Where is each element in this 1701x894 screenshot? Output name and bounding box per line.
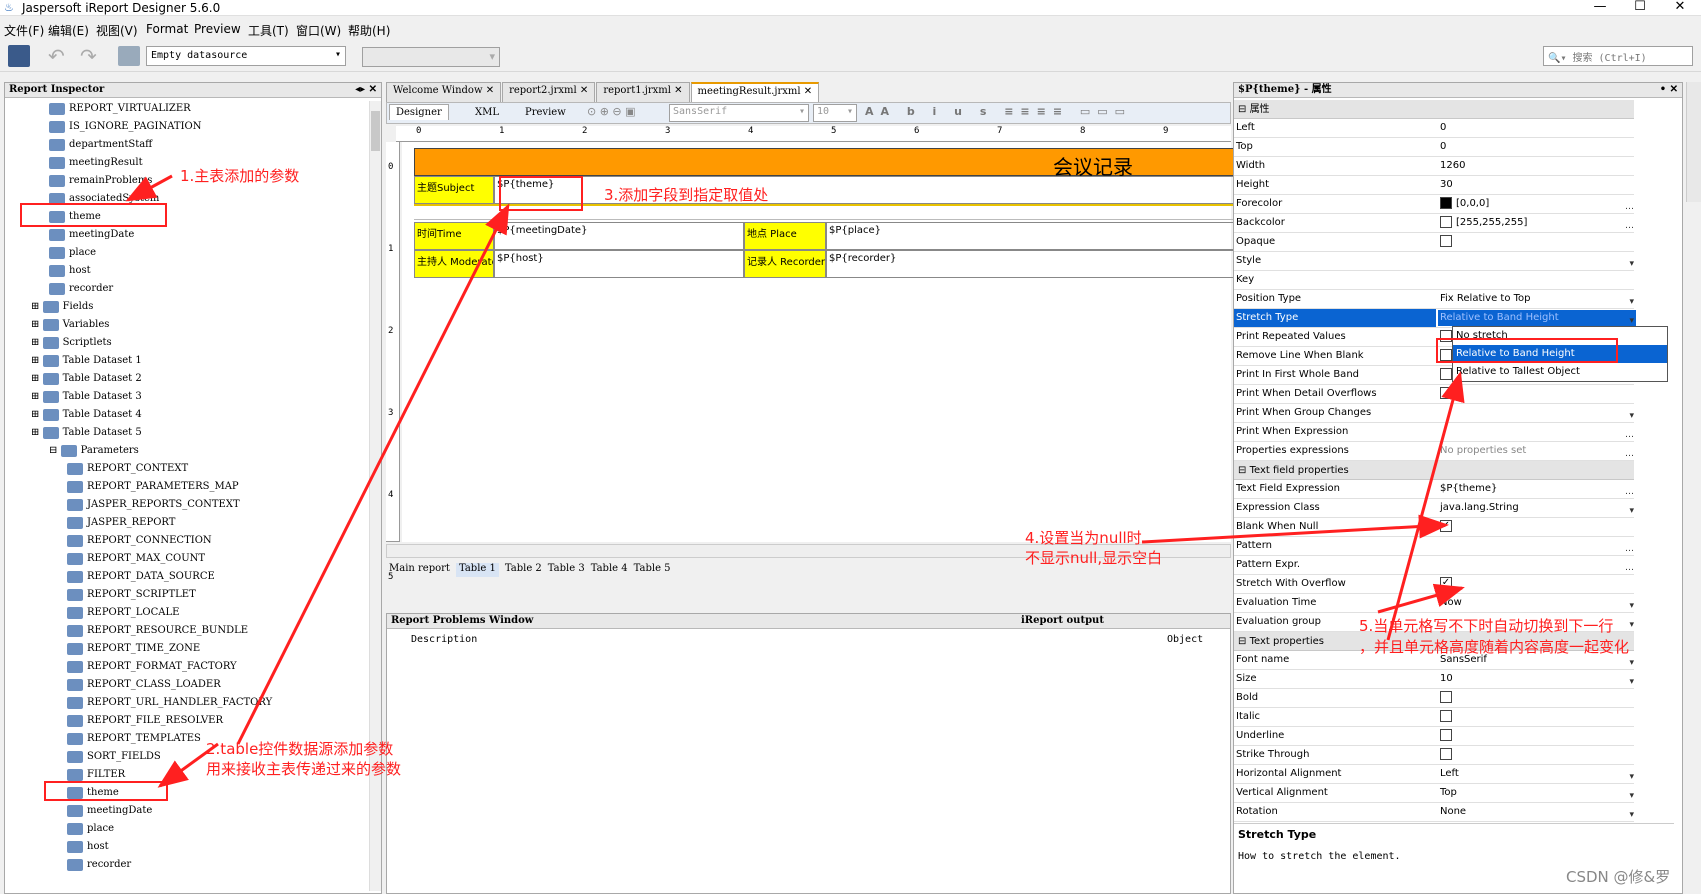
annotation-4b: 不显示null,显示空白 bbox=[1025, 549, 1163, 567]
annotation-2b: 用来接收主表传递过来的参数 bbox=[206, 760, 402, 778]
annotation-5b: ，并且单元格高度随着内容高度一起变化 bbox=[1359, 638, 1630, 656]
arrow-1 bbox=[125, 174, 173, 202]
arrow-5a bbox=[1377, 583, 1465, 614]
watermark: CSDN @修&罗 bbox=[1566, 868, 1671, 886]
arrow-3 bbox=[236, 203, 510, 745]
annotation-5a: 5.当单元格写不下时自动切换到下一行 bbox=[1359, 617, 1614, 635]
annotation-4a: 4.设置当为null时 bbox=[1025, 529, 1142, 547]
annotation-1: 1.主表添加的参数 bbox=[180, 167, 300, 185]
arrow-4 bbox=[1141, 514, 1449, 544]
annotation-3: 3.添加字段到指定取值处 bbox=[604, 186, 769, 204]
annotation-2a: 2.table控件数据源添加参数 bbox=[206, 740, 394, 758]
